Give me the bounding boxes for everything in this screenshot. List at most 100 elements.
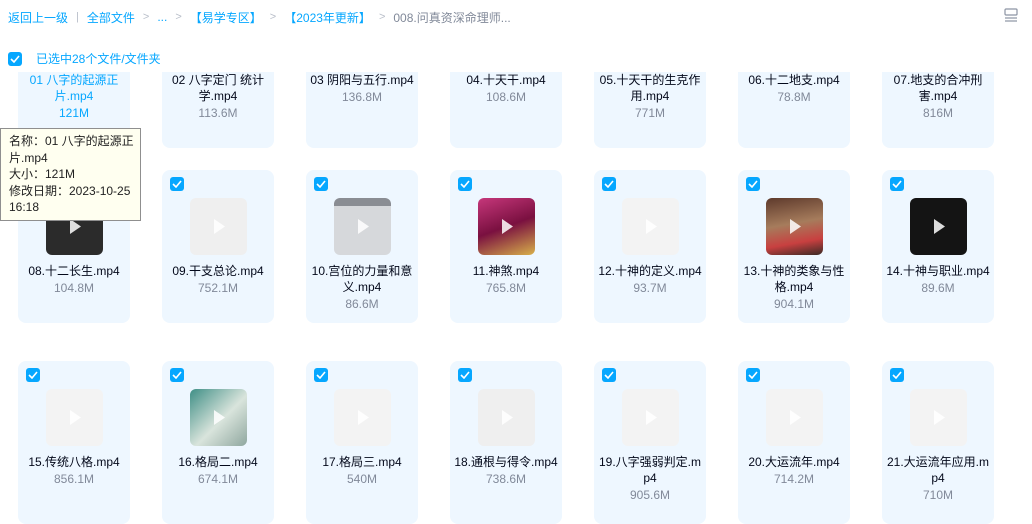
file-tooltip: 名称：01 八字的起源正片.mp4 大小：121M 修改日期：2023-10-2… [0,128,141,221]
file-checkbox[interactable] [170,177,184,191]
file-size: 78.8M [777,90,811,104]
video-thumbnail[interactable] [910,389,967,446]
file-name[interactable]: 06.十二地支.mp4 [742,72,846,88]
video-thumbnail[interactable] [766,389,823,446]
file-size: 93.7M [633,281,667,295]
file-name[interactable]: 08.十二长生.mp4 [22,263,126,279]
play-icon [502,410,513,425]
file-name[interactable]: 10.宫位的力量和意义.mp4 [310,263,414,295]
file-card[interactable]: 18.通根与得令.mp4 738.6M [450,361,562,524]
file-name[interactable]: 01 八字的起源正片.mp4 [22,72,126,104]
file-name[interactable]: 03 阴阳与五行.mp4 [310,72,414,88]
file-card[interactable]: 03 阴阳与五行.mp4 136.8M [306,0,418,148]
video-thumbnail[interactable] [334,198,391,255]
play-icon [358,219,369,234]
file-card[interactable]: 16.格局二.mp4 674.1M [162,361,274,524]
file-card[interactable]: 15.传统八格.mp4 856.1M [18,361,130,524]
file-checkbox[interactable] [314,368,328,382]
file-card[interactable]: 10.宫位的力量和意义.mp4 86.6M [306,170,418,323]
video-thumbnail[interactable] [622,389,679,446]
video-thumbnail[interactable] [910,198,967,255]
file-name[interactable]: 14.十神与职业.mp4 [886,263,990,279]
file-name[interactable]: 18.通根与得令.mp4 [454,454,558,470]
file-name[interactable]: 11.神煞.mp4 [454,263,558,279]
file-card[interactable]: 06.十二地支.mp4 78.8M [738,0,850,148]
file-checkbox[interactable] [26,368,40,382]
file-name[interactable]: 09.干支总论.mp4 [166,263,270,279]
file-checkbox[interactable] [458,177,472,191]
play-icon [790,219,801,234]
play-icon [214,219,225,234]
file-name[interactable]: 20.大运流年.mp4 [742,454,846,470]
file-size: 905.6M [629,488,671,502]
file-name[interactable]: 19.八字强弱判定.mp4 [598,454,702,486]
play-icon [646,410,657,425]
file-name[interactable]: 12.十神的定义.mp4 [598,263,702,279]
video-thumbnail[interactable] [190,389,247,446]
file-size: 108.6M [485,90,527,104]
tooltip-date: 修改日期：2023-10-25 16:18 [9,183,131,215]
play-icon [790,410,801,425]
file-size: 136.8M [341,90,383,104]
play-icon [358,410,369,425]
video-thumbnail[interactable] [334,389,391,446]
file-name[interactable]: 07.地支的合冲刑害.mp4 [886,72,990,104]
play-icon [214,410,225,425]
video-thumbnail[interactable] [766,198,823,255]
video-thumbnail[interactable] [478,198,535,255]
play-icon [934,410,945,425]
file-card[interactable]: 20.大运流年.mp4 714.2M [738,361,850,524]
file-name[interactable]: 05.十天干的生克作用.mp4 [598,72,702,104]
file-name[interactable]: 16.格局二.mp4 [166,454,270,470]
file-card[interactable]: 01 八字的起源正片.mp4 121M [18,0,130,148]
file-checkbox[interactable] [602,368,616,382]
file-checkbox[interactable] [314,177,328,191]
video-thumbnail[interactable] [622,198,679,255]
file-name[interactable]: 17.格局三.mp4 [310,454,414,470]
file-card[interactable]: 13.十神的类象与性格.mp4 904.1M [738,170,850,323]
file-card[interactable]: 11.神煞.mp4 765.8M [450,170,562,323]
play-icon [70,410,81,425]
file-card[interactable]: 12.十神的定义.mp4 93.7M [594,170,706,323]
file-checkbox[interactable] [602,177,616,191]
file-name[interactable]: 15.传统八格.mp4 [22,454,126,470]
file-size: 771M [634,106,666,120]
video-thumbnail[interactable] [478,389,535,446]
file-size: 104.8M [53,281,95,295]
file-card[interactable]: 17.格局三.mp4 540M [306,361,418,524]
file-checkbox[interactable] [170,368,184,382]
file-name[interactable]: 04.十天干.mp4 [454,72,558,88]
file-name[interactable]: 13.十神的类象与性格.mp4 [742,263,846,295]
video-thumbnail[interactable] [190,198,247,255]
file-checkbox[interactable] [746,368,760,382]
file-card[interactable]: 07.地支的合冲刑害.mp4 816M [882,0,994,148]
tooltip-name: 名称：01 八字的起源正片.mp4 [9,134,134,165]
file-grid: 01 八字的起源正片.mp4 121M 02 八字定门 统计学.mp4 113.6M 0… [0,0,1032,524]
play-icon [646,219,657,234]
file-checkbox[interactable] [746,177,760,191]
file-card[interactable]: 19.八字强弱判定.mp4 905.6M [594,361,706,524]
file-size: 121M [58,106,90,120]
file-size: 674.1M [197,472,239,486]
tooltip-size: 大小：121M [9,167,76,181]
file-card[interactable]: 21.大运流年应用.mp4 710M [882,361,994,524]
file-name[interactable]: 21.大运流年应用.mp4 [886,454,990,486]
file-size: 904.1M [773,297,815,311]
file-size: 738.6M [485,472,527,486]
file-name[interactable]: 02 八字定门 统计学.mp4 [166,72,270,104]
file-checkbox[interactable] [458,368,472,382]
play-icon [502,219,513,234]
file-card[interactable]: 02 八字定门 统计学.mp4 113.6M [162,0,274,148]
video-thumbnail[interactable] [46,389,103,446]
file-card[interactable]: 05.十天干的生克作用.mp4 771M [594,0,706,148]
file-checkbox[interactable] [890,177,904,191]
file-card[interactable]: 14.十神与职业.mp4 89.6M [882,170,994,323]
file-size: 710M [922,488,954,502]
file-size: 540M [346,472,378,486]
file-checkbox[interactable] [890,368,904,382]
file-size: 752.1M [197,281,239,295]
file-size: 856.1M [53,472,95,486]
file-size: 86.6M [345,297,379,311]
file-card[interactable]: 09.干支总论.mp4 752.1M [162,170,274,323]
file-card[interactable]: 04.十天干.mp4 108.6M [450,0,562,148]
